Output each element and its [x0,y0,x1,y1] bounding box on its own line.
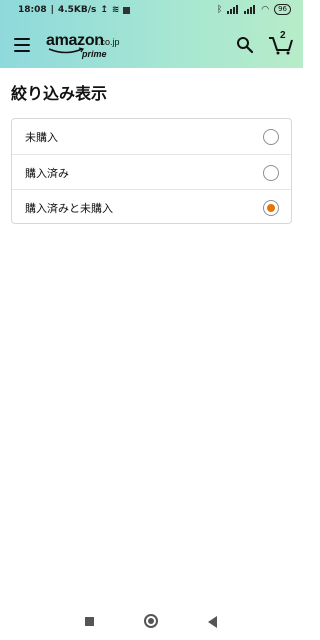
filter-options-list: 未購入 購入済み 購入済みと未購入 [11,118,292,224]
status-bar: 18:08 | 4.5KB/s ↥ ≋ ᛒ ◠ 96 [0,0,303,22]
radio-button-selected[interactable] [263,199,279,216]
bluetooth-icon: ᛒ [216,4,223,15]
filter-option-purchased[interactable]: 購入済み [12,154,291,190]
radio-button[interactable] [263,164,279,181]
notification-icon [123,6,131,14]
logo-tld: .co.jp [98,37,120,47]
logo-smile-icon [48,47,84,54]
wifi-icon: ◠ [261,4,270,15]
menu-icon[interactable] [14,38,30,52]
home-button[interactable] [144,614,158,628]
status-separator: | [50,5,54,15]
option-label: 未購入 [25,130,58,144]
battery-indicator: 96 [274,4,291,15]
search-icon [237,37,254,54]
signal-icon-2 [244,5,256,14]
search-button[interactable] [236,36,254,54]
back-button[interactable] [208,616,217,628]
cart-count-badge: 2 [280,30,286,41]
upload-icon: ↥ [100,5,108,15]
app-header: amazon .co.jp prime 2 [0,22,303,68]
option-label: 購入済みと未購入 [25,201,113,215]
amazon-prime-logo[interactable]: amazon .co.jp prime [46,32,136,63]
status-network-speed: 4.5KB/s [57,5,97,15]
page-title: 絞り込み表示 [11,84,108,103]
system-nav-bar [0,604,303,640]
cart-button[interactable]: 2 [268,30,294,55]
filter-option-unpurchased[interactable]: 未購入 [12,119,291,154]
option-label: 購入済み [25,166,69,180]
logo-prime: prime [82,49,107,59]
filter-option-all[interactable]: 購入済みと未購入 [12,189,291,225]
cast-icon: ≋ [111,5,120,15]
signal-icon [227,5,239,14]
status-time: 18:08 [18,5,47,15]
recent-apps-button[interactable] [85,617,94,626]
radio-button[interactable] [263,128,279,145]
top-bar: 18:08 | 4.5KB/s ↥ ≋ ᛒ ◠ 96 amazon .co.jp… [0,0,303,68]
